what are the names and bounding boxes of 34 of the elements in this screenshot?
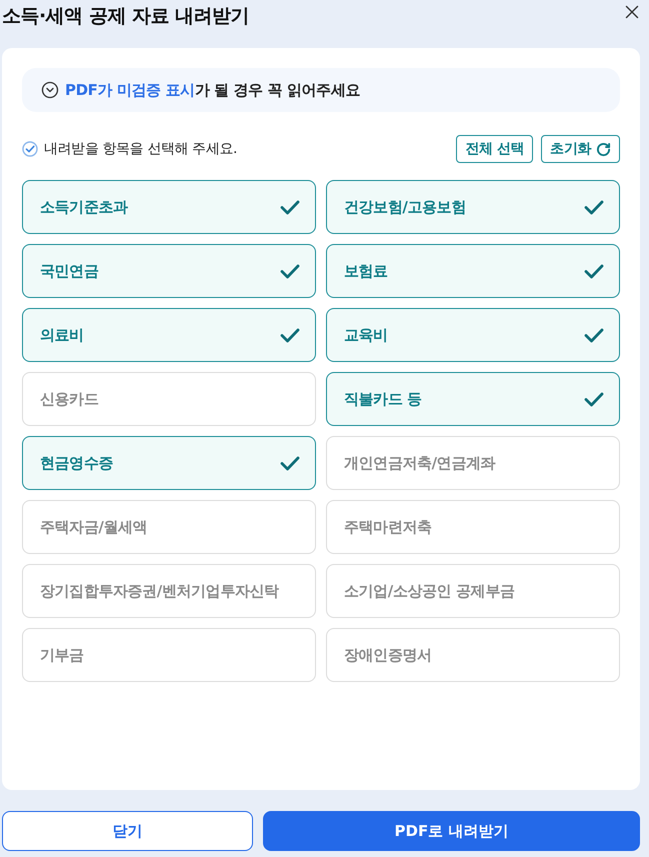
check-icon xyxy=(280,456,300,470)
check-icon xyxy=(584,392,604,406)
category-option[interactable]: 장애인증명서 xyxy=(326,628,620,682)
check-icon xyxy=(280,328,300,342)
category-option[interactable]: 신용카드 xyxy=(22,372,316,426)
category-option[interactable]: 주택자금/월세액 xyxy=(22,500,316,554)
category-option[interactable]: 국민연금 xyxy=(22,244,316,298)
category-option[interactable]: 의료비 xyxy=(22,308,316,362)
notice-toggle[interactable]: PDF가 미검증 표시가 될 경우 꼭 읽어주세요 xyxy=(22,68,620,112)
category-option[interactable]: 소기업/소상공인 공제부금 xyxy=(326,564,620,618)
reset-button[interactable]: 초기화 xyxy=(541,135,620,163)
category-option[interactable]: 현금영수증 xyxy=(22,436,316,490)
chevron-down-icon xyxy=(41,81,59,99)
category-option[interactable]: 보험료 xyxy=(326,244,620,298)
category-option[interactable]: 교육비 xyxy=(326,308,620,362)
refresh-icon xyxy=(596,142,611,156)
category-option[interactable]: 건강보험/고용보험 xyxy=(326,180,620,234)
check-icon xyxy=(584,328,604,342)
category-option[interactable]: 주택마련저축 xyxy=(326,500,620,554)
category-option[interactable]: 소득기준초과 xyxy=(22,180,316,234)
close-dialog-button[interactable]: 닫기 xyxy=(2,811,253,851)
download-pdf-button[interactable]: PDF로 내려받기 xyxy=(263,811,640,851)
check-icon xyxy=(280,200,300,214)
check-circle-icon xyxy=(22,141,38,157)
category-option[interactable]: 장기집합투자증권/벤처기업투자신탁 xyxy=(22,564,316,618)
select-all-button[interactable]: 전체 선택 xyxy=(456,135,534,163)
category-option[interactable]: 기부금 xyxy=(22,628,316,682)
check-icon xyxy=(584,264,604,278)
check-icon xyxy=(280,264,300,278)
category-option[interactable]: 직불카드 등 xyxy=(326,372,620,426)
instruction-text: 내려받을 항목을 선택해 주세요. xyxy=(44,140,238,158)
check-icon xyxy=(584,200,604,214)
category-option[interactable]: 개인연금저축/연금계좌 xyxy=(326,436,620,490)
dialog-title: 소득·세액 공제 자료 내려받기 xyxy=(2,4,250,28)
